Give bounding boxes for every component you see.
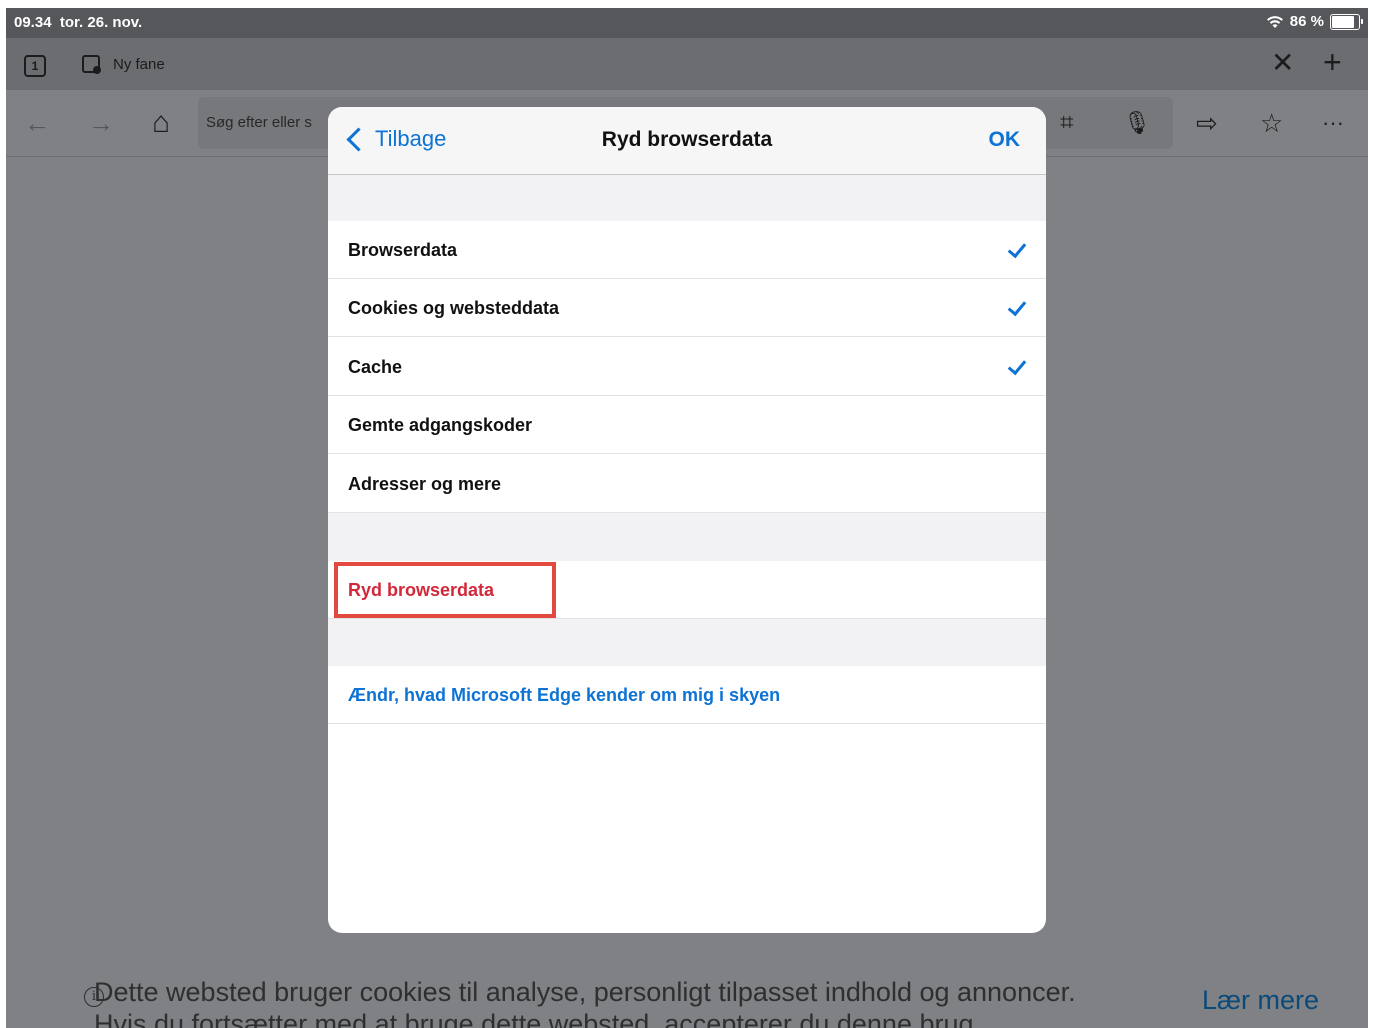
clear-browsing-data-dialog: Tilbage Ryd browserdata OK Browserdata C… bbox=[328, 107, 1046, 933]
cloud-data-link[interactable]: Ændr, hvad Microsoft Edge kender om mig … bbox=[328, 666, 1046, 724]
option-label: Browserdata bbox=[348, 240, 458, 260]
checkmark-icon bbox=[1007, 355, 1027, 376]
tab-strip: 1 Ny fane ✕ + bbox=[6, 38, 1368, 90]
favorites-icon[interactable]: ☆ bbox=[1260, 108, 1283, 138]
browser-screen: 09.34 tor. 26. nov. 86 % 1 Ny fane ✕ + ←… bbox=[6, 8, 1368, 1028]
address-placeholder: Søg efter eller s bbox=[206, 114, 312, 131]
option-label: Cookies og websteddata bbox=[348, 298, 560, 318]
wifi-icon bbox=[1266, 15, 1283, 28]
ok-button[interactable]: OK bbox=[989, 128, 1021, 152]
option-cookies[interactable]: Cookies og websteddata bbox=[328, 279, 1046, 337]
cookie-notice: Dette websted bruger cookies til analyse… bbox=[94, 976, 1076, 1028]
battery-level bbox=[1332, 15, 1355, 28]
cloud-link-label: Ændr, hvad Microsoft Edge kender om mig … bbox=[348, 685, 781, 705]
section-gap bbox=[328, 175, 1046, 221]
option-addresses[interactable]: Adresser og mere bbox=[328, 455, 1046, 513]
battery-percent: 86 % bbox=[1289, 13, 1324, 30]
battery-icon bbox=[1330, 13, 1363, 30]
dialog-title: Ryd browserdata bbox=[601, 128, 773, 151]
close-tab-icon[interactable]: ✕ bbox=[1271, 48, 1294, 78]
more-options-icon[interactable]: ··· bbox=[1322, 108, 1344, 138]
share-icon[interactable]: ⇨ bbox=[1196, 108, 1218, 138]
cookie-banner: i Dette websted bruger cookies til analy… bbox=[6, 968, 1368, 1028]
tab-title[interactable]: Ny fane bbox=[113, 56, 165, 73]
tab-count-button[interactable]: 1 bbox=[24, 55, 46, 77]
cookie-notice-line-2: Hvis du fortsætter med at bruge dette we… bbox=[94, 1009, 982, 1028]
learn-more-link[interactable]: Lær mere bbox=[1202, 985, 1319, 1016]
checkmark-icon bbox=[1007, 296, 1027, 317]
back-arrow-icon[interactable]: ← bbox=[24, 108, 50, 138]
highlight-box bbox=[334, 562, 556, 618]
add-tab-icon[interactable]: + bbox=[1323, 46, 1342, 78]
status-indicators: 86 % bbox=[1266, 13, 1363, 30]
option-browserdata[interactable]: Browserdata bbox=[328, 221, 1046, 279]
option-saved-passwords[interactable]: Gemte adgangskoder bbox=[328, 396, 1046, 454]
status-bar: 09.34 tor. 26. nov. 86 % bbox=[6, 8, 1368, 38]
option-label: Gemte adgangskoder bbox=[348, 415, 533, 435]
new-tab-page-icon bbox=[82, 55, 101, 74]
status-time: 09.34 tor. 26. nov. bbox=[14, 14, 143, 31]
option-label: Adresser og mere bbox=[348, 474, 502, 494]
cookie-notice-line-1: Dette websted bruger cookies til analyse… bbox=[94, 977, 1076, 1007]
option-label: Cache bbox=[348, 357, 403, 377]
home-icon[interactable]: ⌂ bbox=[152, 108, 170, 138]
dialog-header: Tilbage Ryd browserdata OK bbox=[328, 107, 1046, 175]
section-gap bbox=[328, 619, 1046, 666]
microphone-icon[interactable]: 🎙 bbox=[1123, 108, 1151, 138]
section-gap bbox=[328, 513, 1046, 561]
scan-icon[interactable]: ⌗ bbox=[1060, 108, 1074, 138]
forward-arrow-icon[interactable]: → bbox=[88, 108, 114, 138]
checkmark-icon bbox=[1007, 238, 1027, 259]
option-cache[interactable]: Cache bbox=[328, 338, 1046, 396]
